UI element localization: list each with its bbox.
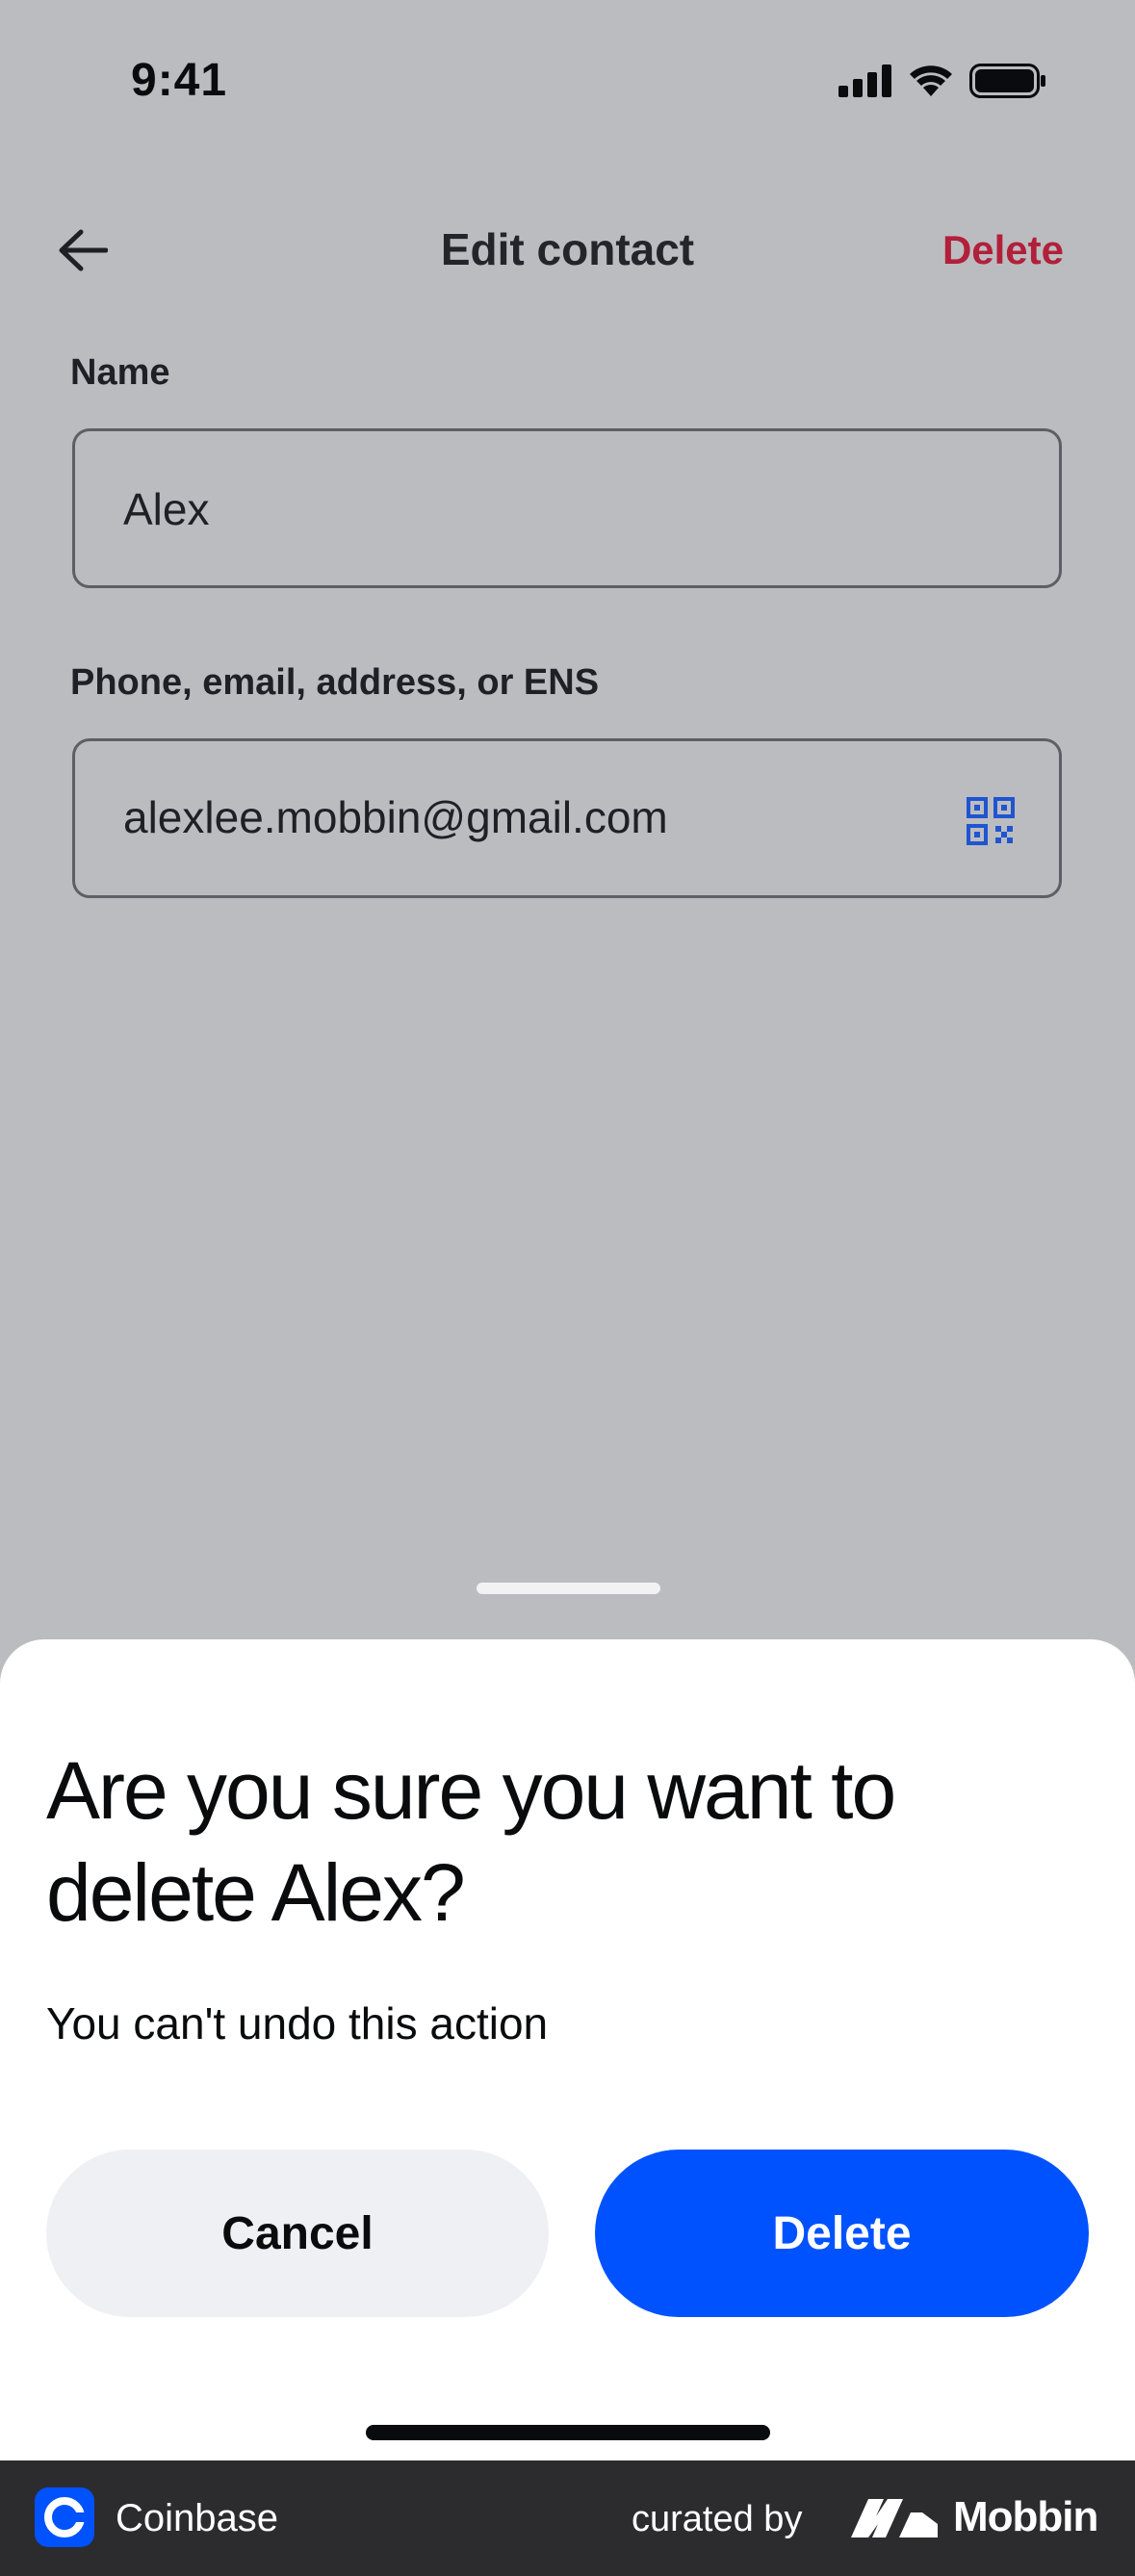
qr-code-icon[interactable] [967, 797, 1015, 845]
name-value: Alex [123, 484, 210, 534]
home-indicator [366, 2425, 770, 2440]
sheet-subtitle: You can't undo this action [46, 1998, 549, 2048]
mobbin-logo [851, 2499, 938, 2537]
name-label: Name [70, 352, 170, 393]
signal-icon [838, 64, 891, 97]
name-field[interactable]: Alex [72, 428, 1062, 588]
status-icons [838, 64, 1046, 98]
brand-name: Coinbase [116, 2497, 279, 2539]
status-time: 9:41 [131, 55, 228, 106]
confirm-delete-button[interactable]: Delete [595, 2150, 1089, 2317]
address-field[interactable]: alexlee.mobbin@gmail.com [72, 738, 1062, 898]
edit-contact-screen: 9:41 Edit contact Delete Name Alex Phone… [0, 0, 1135, 2460]
attribution-footer: Coinbase curated by Mobbin [0, 2460, 1135, 2576]
sheet-grabber[interactable] [477, 1583, 660, 1594]
wifi-icon [910, 65, 952, 96]
battery-icon [969, 64, 1045, 98]
sheet-title: Are you sure you want to delete Alex? [46, 1745, 896, 1938]
delete-confirmation-sheet: Are you sure you want to delete Alex? Yo… [0, 1639, 1135, 2460]
curated-by-label: curated by [632, 2499, 803, 2539]
cancel-button[interactable]: Cancel [46, 2150, 549, 2317]
curator-name: Mobbin [953, 2493, 1098, 2540]
coinbase-logo [35, 2487, 94, 2547]
address-label: Phone, email, address, or ENS [70, 662, 600, 703]
address-value: alexlee.mobbin@gmail.com [123, 792, 668, 842]
header-delete-button[interactable]: Delete [942, 227, 1064, 273]
